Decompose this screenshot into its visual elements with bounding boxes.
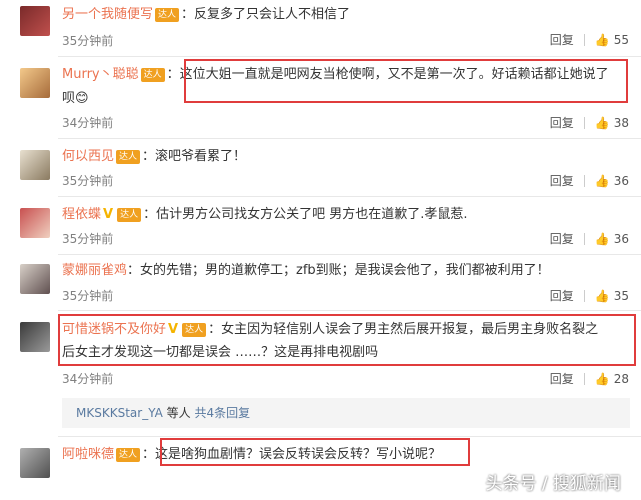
- avatar[interactable]: [20, 322, 50, 352]
- like-button[interactable]: 👍 36: [595, 174, 629, 188]
- avatar[interactable]: [20, 6, 50, 36]
- like-button[interactable]: 👍 35: [595, 289, 629, 303]
- avatar[interactable]: [20, 264, 50, 294]
- comment-time: 35分钟前: [62, 174, 114, 188]
- avatar[interactable]: [20, 150, 50, 180]
- divider: [583, 116, 585, 129]
- badge-icon: 达人: [116, 149, 141, 164]
- thumbs-up-icon: 👍: [594, 371, 610, 386]
- thumbs-up-icon: 👍: [594, 115, 610, 130]
- like-count: 55: [613, 32, 629, 47]
- comment-time: 35分钟前: [62, 289, 114, 303]
- like-button[interactable]: 👍 36: [595, 232, 629, 246]
- like-button[interactable]: 👍 28: [595, 372, 629, 386]
- divider: [58, 56, 641, 57]
- avatar[interactable]: [20, 208, 50, 238]
- divider: [58, 138, 641, 139]
- more-replies-block: MKSKKStar_YA 等人 共4条回复: [62, 398, 630, 428]
- comment-time: 34分钟前: [62, 116, 114, 130]
- comment-text: ：反复多了只会让人不相信了: [181, 7, 351, 22]
- highlight-box: [184, 59, 628, 103]
- avatar[interactable]: [20, 68, 50, 98]
- reply-suffix: 等人: [162, 406, 191, 420]
- badge-icon: 达人: [117, 207, 142, 222]
- like-button[interactable]: 👍 38: [595, 116, 629, 130]
- highlight-box: [58, 314, 636, 366]
- reply-button[interactable]: 回复: [550, 287, 574, 304]
- reply-button[interactable]: 回复: [550, 31, 574, 48]
- like-count: 28: [613, 371, 629, 386]
- badge-icon: 达人: [116, 447, 141, 462]
- like-count: 36: [613, 231, 629, 246]
- highlight-box: [160, 438, 470, 466]
- like-count: 38: [613, 115, 629, 130]
- smile-emoji-icon: 😊: [75, 91, 89, 106]
- divider: [58, 310, 641, 311]
- divider: [583, 372, 585, 385]
- avatar[interactable]: [20, 448, 50, 478]
- badge-icon: 达人: [140, 67, 165, 82]
- more-replies-link[interactable]: MKSKKStar_YA 等人 共4条回复: [76, 404, 250, 421]
- comment-text: ：估计男方公司找女方公关了吧 男方也在道歉了.孝鼠惹.: [143, 207, 468, 222]
- divider: [58, 196, 641, 197]
- reply-button[interactable]: 回复: [550, 370, 574, 387]
- divider: [583, 174, 585, 187]
- comment-text-continued: 呗: [62, 91, 76, 106]
- username[interactable]: 阿啦咪德: [62, 447, 114, 462]
- divider: [58, 436, 641, 437]
- comment-time: 35分钟前: [62, 34, 114, 48]
- reply-button[interactable]: 回复: [550, 172, 574, 189]
- thumbs-up-icon: 👍: [594, 231, 610, 246]
- username[interactable]: 另一个我随便写: [62, 7, 153, 22]
- watermark: 头条号 / 搜狐新闻: [485, 474, 621, 494]
- comment-text: ：女的先错；男的道歉停工；zfb到账；是我误会他了，我们都被利用了！: [127, 263, 550, 278]
- divider: [583, 232, 585, 245]
- comment-time: 35分钟前: [62, 232, 114, 246]
- divider: [583, 33, 585, 46]
- thumbs-up-icon: 👍: [594, 32, 610, 47]
- like-button[interactable]: 👍 55: [595, 33, 629, 47]
- comment-text: ：滚吧爷看累了！: [142, 149, 247, 164]
- username[interactable]: 程依蝶: [62, 207, 101, 222]
- divider: [58, 254, 641, 255]
- like-count: 35: [613, 288, 629, 303]
- reply-button[interactable]: 回复: [550, 114, 574, 131]
- thumbs-up-icon: 👍: [594, 288, 610, 303]
- verified-v-icon: V: [103, 207, 114, 222]
- thumbs-up-icon: 👍: [594, 173, 610, 188]
- username[interactable]: Murry丶聪聪: [62, 67, 139, 82]
- divider: [583, 289, 585, 302]
- like-count: 36: [613, 173, 629, 188]
- reply-button[interactable]: 回复: [550, 230, 574, 247]
- badge-icon: 达人: [155, 7, 180, 22]
- comment-time: 34分钟前: [62, 372, 114, 386]
- username[interactable]: 何以西见: [62, 149, 114, 164]
- reply-count[interactable]: 共4条回复: [194, 406, 250, 420]
- username[interactable]: 蒙娜丽雀鸡: [62, 263, 127, 278]
- reply-user[interactable]: MKSKKStar_YA: [76, 406, 163, 420]
